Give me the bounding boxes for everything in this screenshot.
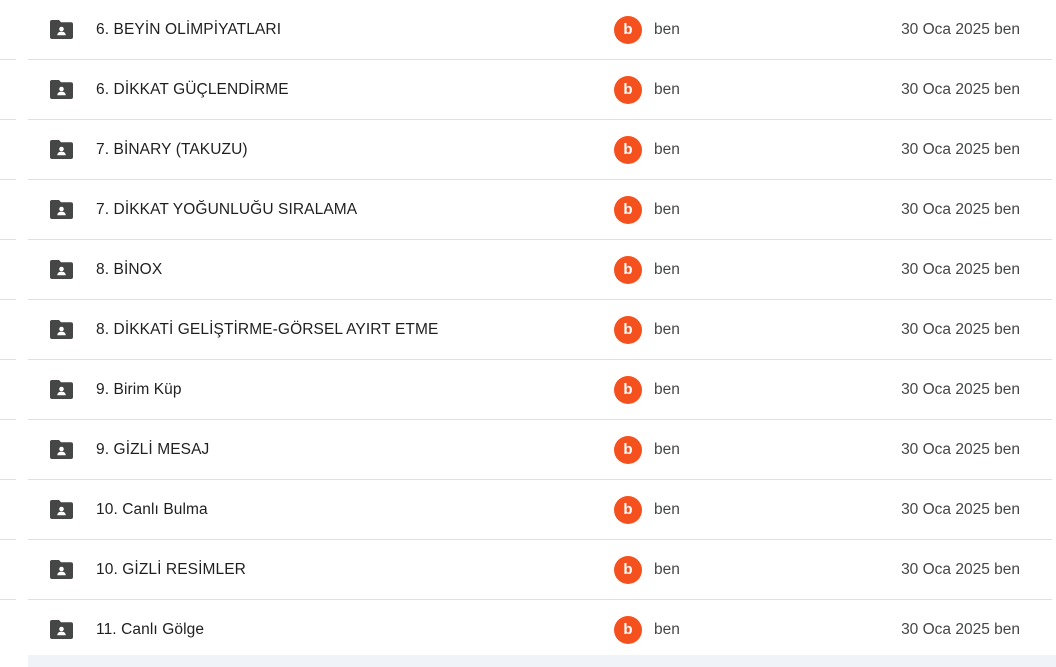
- folder-name[interactable]: 11. Canlı Gölge: [96, 600, 204, 660]
- shared-folder-icon: [50, 320, 73, 339]
- shared-folder-icon: [50, 440, 73, 459]
- last-modified: 30 Oca 2025 ben: [901, 21, 1020, 38]
- last-modified: 30 Oca 2025 ben: [901, 81, 1020, 98]
- owner-name: ben: [654, 621, 680, 638]
- folder-row[interactable]: 10. Canlı Bulma b ben 30 Oca 2025 ben: [0, 480, 1056, 540]
- last-modified: 30 Oca 2025 ben: [901, 441, 1020, 458]
- bottom-bar: [28, 655, 1056, 667]
- owner-name: ben: [654, 261, 680, 278]
- shared-folder-icon: [50, 260, 73, 279]
- shared-folder-icon: [50, 140, 73, 159]
- owner-name: ben: [654, 321, 680, 338]
- folder-row[interactable]: 11. Canlı Gölge b ben 30 Oca 2025 ben: [0, 600, 1056, 660]
- last-modified: 30 Oca 2025 ben: [901, 501, 1020, 518]
- owner-name: ben: [654, 141, 680, 158]
- owner-avatar: b: [614, 376, 642, 404]
- folder-name[interactable]: 6. BEYİN OLİMPİYATLARI: [96, 0, 281, 60]
- shared-folder-icon: [50, 200, 73, 219]
- folder-name[interactable]: 7. BİNARY (TAKUZU): [96, 120, 248, 180]
- owner-name: ben: [654, 201, 680, 218]
- folder-name[interactable]: 8. BİNOX: [96, 240, 162, 300]
- folder-name[interactable]: 7. DİKKAT YOĞUNLUĞU SIRALAMA: [96, 180, 357, 240]
- file-list: 6. BEYİN OLİMPİYATLARI b ben 30 Oca 2025 be…: [0, 0, 1056, 667]
- owner-avatar: b: [614, 256, 642, 284]
- folder-row[interactable]: 7. BİNARY (TAKUZU) b ben 30 Oca 2025 ben: [0, 120, 1056, 180]
- folder-row[interactable]: 8. BİNOX b ben 30 Oca 2025 ben: [0, 240, 1056, 300]
- folder-row[interactable]: 9. Birim Küp b ben 30 Oca 2025 ben: [0, 360, 1056, 420]
- owner-avatar: b: [614, 436, 642, 464]
- owner-avatar: b: [614, 76, 642, 104]
- owner-name: ben: [654, 81, 680, 98]
- folder-row[interactable]: 7. DİKKAT YOĞUNLUĞU SIRALAMA b ben 30 Oca 2…: [0, 180, 1056, 240]
- folder-name[interactable]: 6. DİKKAT GÜÇLENDİRME: [96, 60, 289, 120]
- folder-row[interactable]: 6. BEYİN OLİMPİYATLARI b ben 30 Oca 2025 be…: [0, 0, 1056, 60]
- last-modified: 30 Oca 2025 ben: [901, 141, 1020, 158]
- owner-avatar: b: [614, 616, 642, 644]
- shared-folder-icon: [50, 80, 73, 99]
- folder-row[interactable]: 8. DİKKATİ GELİŞTİRME-GÖRSEL AYIRT ETME b…: [0, 300, 1056, 360]
- folder-row[interactable]: 9. GİZLİ MESAJ b ben 30 Oca 2025 ben: [0, 420, 1056, 480]
- folder-row[interactable]: 6. DİKKAT GÜÇLENDİRME b ben 30 Oca 2025 ben: [0, 60, 1056, 120]
- last-modified: 30 Oca 2025 ben: [901, 621, 1020, 638]
- owner-name: ben: [654, 381, 680, 398]
- folder-name[interactable]: 10. Canlı Bulma: [96, 480, 208, 540]
- folder-row[interactable]: 10. GİZLİ RESİMLER b ben 30 Oca 2025 ben: [0, 540, 1056, 600]
- owner-name: ben: [654, 441, 680, 458]
- owner-name: ben: [654, 561, 680, 578]
- last-modified: 30 Oca 2025 ben: [901, 561, 1020, 578]
- folder-name[interactable]: 9. GİZLİ MESAJ: [96, 420, 209, 480]
- shared-folder-icon: [50, 380, 73, 399]
- shared-folder-icon: [50, 620, 73, 639]
- shared-folder-icon: [50, 560, 73, 579]
- folder-name[interactable]: 9. Birim Küp: [96, 360, 182, 420]
- owner-name: ben: [654, 21, 680, 38]
- folder-name[interactable]: 8. DİKKATİ GELİŞTİRME-GÖRSEL AYIRT ETME: [96, 300, 438, 360]
- owner-name: ben: [654, 501, 680, 518]
- shared-folder-icon: [50, 20, 73, 39]
- last-modified: 30 Oca 2025 ben: [901, 201, 1020, 218]
- last-modified: 30 Oca 2025 ben: [901, 261, 1020, 278]
- owner-avatar: b: [614, 196, 642, 224]
- owner-avatar: b: [614, 16, 642, 44]
- owner-avatar: b: [614, 496, 642, 524]
- owner-avatar: b: [614, 316, 642, 344]
- folder-name[interactable]: 10. GİZLİ RESİMLER: [96, 540, 246, 600]
- owner-avatar: b: [614, 556, 642, 584]
- last-modified: 30 Oca 2025 ben: [901, 321, 1020, 338]
- shared-folder-icon: [50, 500, 73, 519]
- last-modified: 30 Oca 2025 ben: [901, 381, 1020, 398]
- owner-avatar: b: [614, 136, 642, 164]
